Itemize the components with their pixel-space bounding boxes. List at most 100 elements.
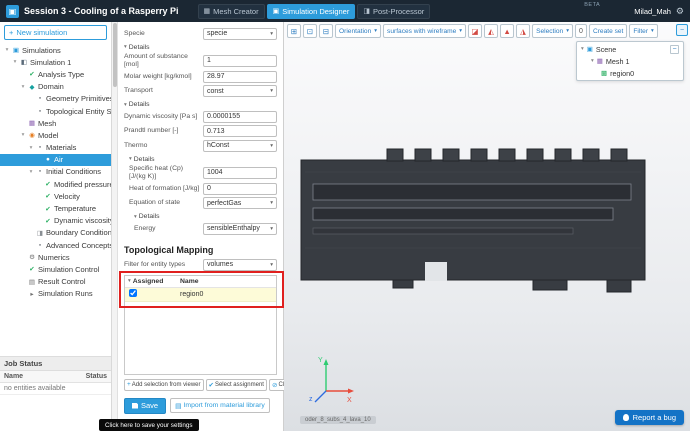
field-input-box[interactable] [207, 127, 273, 135]
field-input[interactable] [203, 125, 277, 137]
tree-item[interactable]: Topological Entity Sets [0, 105, 111, 117]
field-input-box[interactable] [207, 73, 273, 80]
tree-item[interactable]: Simulation Control [0, 263, 111, 275]
zoom-reset-button[interactable]: ⊟ [319, 24, 333, 38]
chevron-down-icon: ▾ [270, 261, 273, 268]
tree-item[interactable]: Numerics [0, 251, 111, 263]
mode-tabs: Mesh Creator Simulation Designer Post-Pr… [197, 3, 431, 19]
expander-icon[interactable]: ▾ [20, 84, 26, 90]
tree-item[interactable]: Air [0, 153, 111, 166]
hide-selection-button[interactable]: ◮ [516, 24, 531, 38]
tree-item-label: Modified pressure [54, 179, 111, 189]
annotate-button[interactable]: ▲ [500, 24, 515, 38]
equation-of-state-select[interactable]: perfectGas ▾ [203, 197, 277, 209]
measure-button[interactable]: ◭ [484, 24, 499, 38]
add-selection-button[interactable]: + Add selection from viewer [124, 378, 204, 391]
field-input-box[interactable] [207, 169, 273, 176]
field-input-box[interactable] [207, 57, 273, 64]
expander-icon[interactable]: ▾ [4, 47, 10, 53]
tree-item[interactable]: Dynamic viscosity [0, 215, 111, 227]
tree-item[interactable]: ▾ Domain [0, 81, 111, 93]
panel-footer: Save ▤ Import from material library [124, 397, 277, 414]
select-assignment-button[interactable]: ✔ Select assignment [205, 378, 267, 391]
tree-item-label: Simulation 1 [30, 57, 72, 67]
scene-icon: ▣ [586, 46, 593, 53]
import-material-button[interactable]: ▤ Import from material library [170, 398, 270, 413]
job-status-empty: no entities available [0, 383, 111, 395]
expander-icon[interactable]: ▾ [28, 169, 34, 175]
new-simulation-button[interactable]: + New simulation [4, 25, 107, 40]
tab-icon [204, 7, 211, 15]
details-header[interactable]: ▾ Details [134, 213, 277, 220]
save-button[interactable]: Save [124, 397, 167, 414]
viewport-3d[interactable]: ⊞ ⊡ ⊟ Orientation ▾ surfaces with wirefr… [284, 22, 690, 431]
collapse-panel-button[interactable]: − [670, 44, 679, 54]
field-input[interactable] [203, 70, 277, 83]
assignment-checkbox[interactable] [129, 289, 137, 297]
selection-dropdown[interactable]: Selection ▾ [532, 24, 573, 38]
tree-item[interactable]: ▾ Model [0, 129, 111, 141]
axis-gizmo[interactable]: Y X z [308, 355, 356, 409]
specie-select[interactable]: specie ▾ [203, 27, 277, 40]
tree-item-icon [36, 108, 44, 115]
app-logo-icon[interactable]: ▣ [6, 4, 19, 18]
tree-item[interactable]: Geometry Primitives [0, 93, 111, 105]
details-header[interactable]: ▾ Details [124, 44, 277, 51]
create-set-button[interactable]: Create set [588, 24, 628, 38]
mode-tab[interactable]: Post-Processor [357, 3, 431, 19]
tree-item[interactable]: Advanced Concepts [0, 239, 111, 251]
scene-label: Scene [595, 44, 617, 54]
mode-tab[interactable]: Mesh Creator [197, 3, 265, 19]
tree-item[interactable]: Temperature [0, 202, 111, 214]
tree-item[interactable]: Modified pressure [0, 178, 111, 190]
tree-item[interactable]: ▾ Materials [0, 142, 111, 154]
field-input-box[interactable] [207, 113, 273, 120]
field-input[interactable] [203, 54, 277, 67]
transport-select[interactable]: const ▾ [203, 85, 277, 97]
tree-item[interactable]: Simulation Runs [0, 288, 111, 300]
panel-toggle-button[interactable]: − [676, 24, 688, 36]
tree-item-icon [44, 156, 52, 163]
user-name[interactable]: Milad_Mah [634, 7, 671, 16]
entity-filter-select[interactable]: volumes ▾ [203, 258, 277, 271]
tree-item-label: Geometry Primitives [46, 94, 111, 104]
clip-plane-button[interactable]: ◪ [468, 24, 483, 38]
bug-icon [622, 414, 629, 421]
field-input[interactable] [203, 110, 277, 123]
tree-item[interactable]: Mesh [0, 117, 111, 129]
details-header[interactable]: ▾ Details [124, 101, 277, 108]
tree-item[interactable]: ▾ Simulation 1 [0, 56, 111, 68]
tree-item[interactable]: Velocity [0, 190, 111, 202]
expander-icon[interactable]: ▾ [12, 59, 18, 65]
specie-label: Specie [124, 29, 145, 37]
details-header[interactable]: ▾ Details [129, 156, 277, 163]
render-mode-dropdown[interactable]: surfaces with wireframe ▾ [383, 24, 467, 38]
mode-tab[interactable]: Simulation Designer [266, 3, 356, 19]
zoom-window-button[interactable]: ⊡ [303, 24, 317, 38]
filter-dropdown[interactable]: Filter ▾ [629, 24, 658, 38]
scrollbar-thumb[interactable] [113, 23, 117, 87]
field-input[interactable] [203, 166, 277, 179]
expander-icon[interactable]: ▾ [28, 145, 34, 151]
expander-icon[interactable]: ▾ [20, 132, 26, 138]
field-input-box[interactable] [207, 185, 273, 192]
thermo-select[interactable]: hConst ▾ [203, 139, 277, 152]
zoom-fit-button[interactable]: ⊞ [287, 24, 301, 38]
chevron-down-icon: ▾ [459, 28, 463, 34]
tree-item[interactable]: Analysis Type [0, 68, 111, 80]
thermo-label: Thermo [124, 141, 148, 149]
orientation-dropdown[interactable]: Orientation ▾ [335, 24, 382, 38]
tree-item-icon [28, 265, 36, 273]
scene-tree-mesh[interactable]: ▾ ▦ Mesh 1 [577, 55, 683, 67]
scene-tree-region[interactable]: ▩ region0 [577, 67, 683, 79]
energy-select[interactable]: sensibleEnthalpy ▾ [203, 222, 277, 235]
field-input[interactable] [203, 182, 277, 195]
tree-item[interactable]: Result Control [0, 276, 111, 288]
report-bug-button[interactable]: Report a bug [614, 410, 684, 425]
tree-item[interactable]: Boundary Conditions [0, 227, 111, 239]
settings-gear-icon[interactable]: ⚙ [676, 6, 684, 17]
scene-tree-root[interactable]: ▾ ▣ Scene − [577, 43, 683, 55]
tree-item[interactable]: ▾ Simulations [0, 44, 111, 56]
assignment-row[interactable]: region0 [125, 287, 276, 302]
tree-item[interactable]: ▾ Initial Conditions [0, 166, 111, 178]
